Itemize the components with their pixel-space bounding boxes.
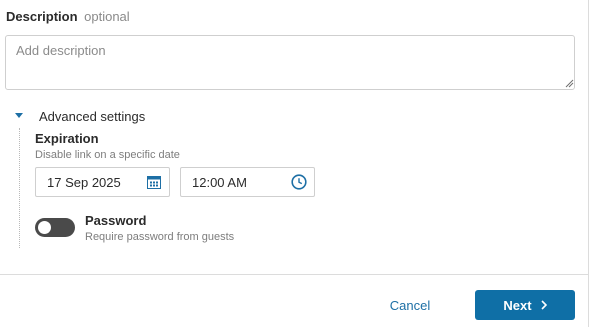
expiration-time-field[interactable]: 12:00 AM — [180, 167, 315, 197]
expiration-time-value: 12:00 AM — [192, 174, 247, 190]
panel-border — [588, 0, 589, 327]
description-label-row: Description optional — [6, 9, 130, 24]
cancel-button-label: Cancel — [389, 297, 431, 313]
footer-divider — [0, 274, 588, 275]
share-link-settings-panel: Description optional Advanced settings E… — [0, 0, 591, 327]
description-label: Description — [6, 9, 78, 24]
password-title: Password — [85, 213, 147, 228]
expiration-subtitle: Disable link on a specific date — [35, 149, 180, 161]
advanced-settings-label: Advanced settings — [39, 108, 146, 124]
cancel-button[interactable]: Cancel — [380, 293, 440, 317]
calendar-icon[interactable] — [146, 174, 162, 190]
resize-grip-icon[interactable] — [565, 79, 574, 88]
expiration-date-value: 17 Sep 2025 — [47, 174, 121, 190]
caret-down-icon — [14, 111, 24, 121]
chevron-right-icon — [541, 300, 547, 310]
advanced-settings-toggle[interactable]: Advanced settings — [14, 106, 145, 126]
password-subtitle: Require password from guests — [85, 231, 235, 243]
toggle-knob — [38, 221, 51, 234]
expiration-date-field[interactable]: 17 Sep 2025 — [35, 167, 170, 197]
description-optional-hint: optional — [84, 9, 130, 24]
expiration-title: Expiration — [35, 131, 99, 146]
next-button-label: Next — [503, 297, 532, 313]
advanced-settings-guide — [19, 128, 20, 248]
next-button[interactable]: Next — [475, 290, 575, 320]
password-toggle[interactable] — [35, 218, 75, 237]
clock-icon[interactable] — [291, 174, 307, 190]
description-input[interactable] — [5, 35, 575, 90]
